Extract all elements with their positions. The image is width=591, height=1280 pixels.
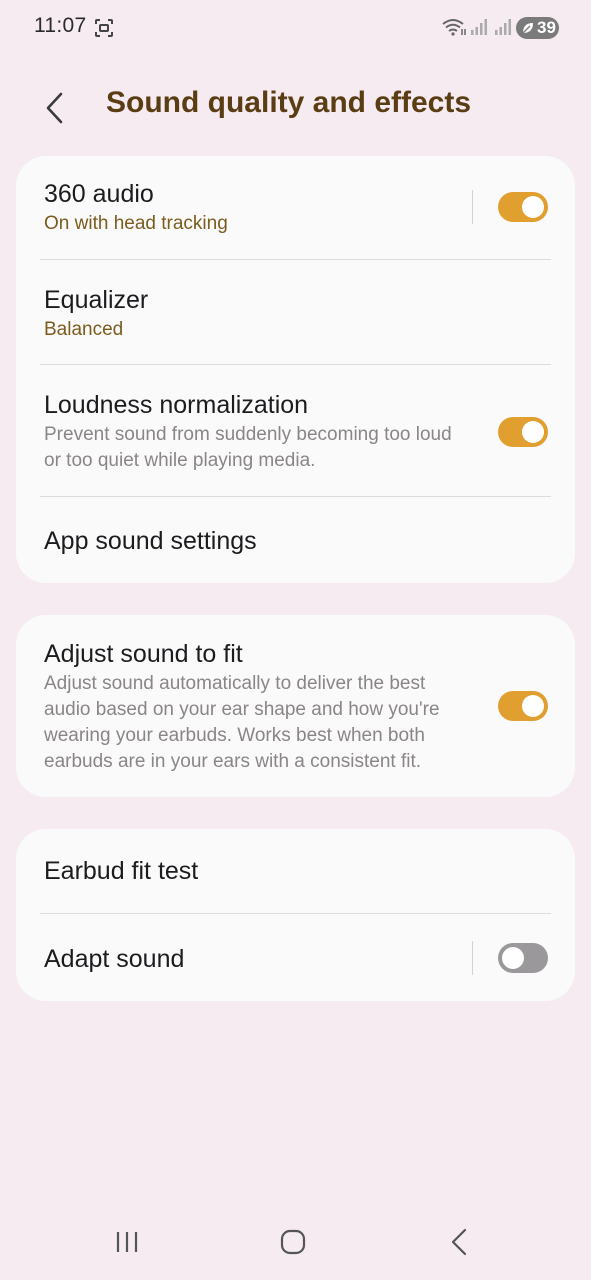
- row-adapt-sound[interactable]: Adapt sound: [16, 943, 512, 975]
- row-title: App sound settings: [44, 527, 257, 555]
- recent-apps-icon: [116, 1232, 138, 1252]
- row-equalizer[interactable]: Equalizer Balanced: [16, 284, 575, 343]
- nav-back-button[interactable]: [435, 1222, 483, 1262]
- divider: [40, 259, 551, 260]
- toggle-knob: [502, 947, 524, 969]
- row-title: Adapt sound: [44, 945, 185, 973]
- page-title: Sound quality and effects: [106, 86, 472, 119]
- settings-card-sound: 360 audio On with head tracking Equalize…: [16, 156, 575, 583]
- recent-apps-button[interactable]: [103, 1222, 151, 1262]
- row-earbud-fit-test[interactable]: Earbud fit test: [16, 855, 575, 887]
- toggle-knob: [522, 695, 544, 717]
- toggle-knob: [522, 196, 544, 218]
- divider: [40, 364, 551, 365]
- settings-card-fit-test: Earbud fit test Adapt sound: [16, 829, 575, 1001]
- toggle-adapt-sound[interactable]: [498, 943, 548, 973]
- divider: [40, 496, 551, 497]
- status-bar: 11:07 39: [0, 0, 591, 56]
- row-title: Adjust sound to fit: [44, 640, 243, 668]
- signal-icon: [495, 19, 511, 35]
- toggle-adjust-sound-to-fit[interactable]: [498, 691, 548, 721]
- vertical-divider: [472, 190, 473, 224]
- back-button[interactable]: [28, 82, 80, 134]
- row-description: or too quiet while playing media.: [44, 450, 316, 471]
- row-app-sound-settings[interactable]: App sound settings: [16, 525, 575, 557]
- vertical-divider: [472, 941, 473, 975]
- toggle-loudness-normalization[interactable]: [498, 417, 548, 447]
- row-title: Earbud fit test: [44, 857, 199, 885]
- row-description: wearing your earbuds. Works best when bo…: [44, 725, 425, 746]
- status-time: 11:07: [34, 14, 87, 37]
- battery-level: 39: [537, 18, 556, 37]
- home-button[interactable]: [269, 1222, 317, 1262]
- screenshot-icon: [95, 19, 113, 37]
- leaf-icon: [522, 23, 533, 34]
- signal-icon: [471, 19, 487, 35]
- row-description: Prevent sound from suddenly becoming too…: [44, 424, 452, 445]
- row-description: earbuds are in your ears with a consiste…: [44, 751, 422, 772]
- back-icon: [451, 1228, 467, 1256]
- row-subtitle: Balanced: [44, 319, 124, 340]
- app-bar: Sound quality and effects: [0, 72, 591, 142]
- wifi-icon: [442, 19, 466, 36]
- row-360-audio[interactable]: 360 audio On with head tracking: [16, 178, 575, 237]
- toggle-knob: [522, 421, 544, 443]
- home-icon: [280, 1229, 306, 1255]
- battery-icon: 39: [516, 17, 559, 39]
- row-description: Adjust sound automatically to deliver th…: [44, 673, 426, 694]
- settings-card-adjust-fit: Adjust sound to fit Adjust sound automat…: [16, 615, 575, 797]
- navigation-bar: [0, 1210, 591, 1274]
- toggle-360-audio[interactable]: [498, 192, 548, 222]
- divider: [40, 913, 551, 914]
- row-loudness-normalization[interactable]: Loudness normalization Prevent sound fro…: [16, 389, 532, 474]
- row-adjust-sound-to-fit[interactable]: Adjust sound to fit Adjust sound automat…: [16, 638, 532, 775]
- row-title: Equalizer: [44, 286, 149, 314]
- row-description: audio based on your ear shape and how yo…: [44, 699, 440, 720]
- back-arrow-icon: [46, 92, 63, 124]
- row-title: Loudness normalization: [44, 391, 309, 419]
